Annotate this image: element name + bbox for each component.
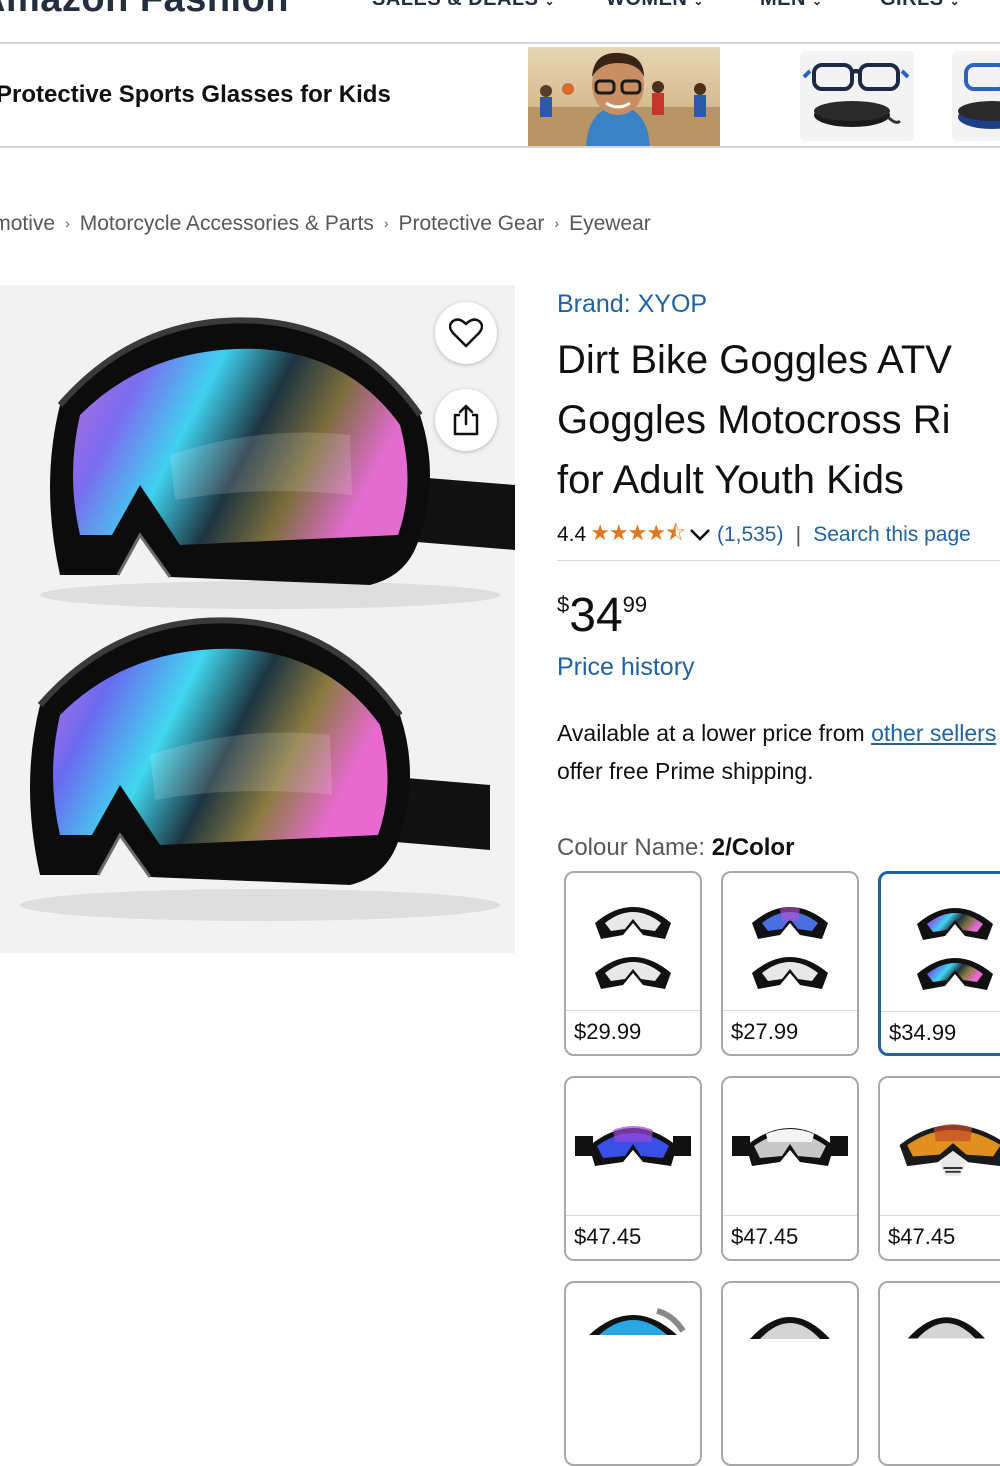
breadcrumb-item[interactable]: Automotive bbox=[0, 212, 55, 235]
chevron-down-icon: ⌄ bbox=[949, 0, 961, 8]
product-price: $3499 bbox=[557, 588, 647, 643]
blue-goggles-icon bbox=[566, 1283, 700, 1420]
section-divider bbox=[557, 560, 1000, 561]
search-this-page-link[interactable]: Search this page bbox=[813, 523, 971, 547]
blue-and-clear-goggles-icon bbox=[723, 873, 857, 1010]
chevron-down-icon[interactable] bbox=[689, 528, 711, 542]
silver-mirror-goggles-icon bbox=[723, 1078, 857, 1215]
swatch-price: $47.45 bbox=[888, 1224, 956, 1249]
swatch-price: $29.99 bbox=[574, 1019, 642, 1044]
colour-swatch-selected[interactable]: $34.99 bbox=[878, 871, 1000, 1056]
colour-label: Colour Name: 2/Color bbox=[557, 834, 794, 862]
swatch-divider bbox=[880, 1215, 1000, 1216]
breadcrumb-item[interactable]: Motorcycle Accessories & Parts bbox=[80, 212, 374, 235]
price-fraction: 99 bbox=[622, 592, 648, 617]
iridescent-goggles-pair-icon bbox=[881, 874, 1000, 1011]
nav-item-girls[interactable]: GIRLS ⌄ bbox=[880, 0, 960, 11]
swatch-divider bbox=[566, 1010, 700, 1011]
availability-text: Available at a lower price from bbox=[557, 720, 872, 746]
swatch-divider bbox=[723, 1215, 857, 1216]
chevron-right-icon: › bbox=[554, 215, 560, 231]
blue-mirror-goggles-icon bbox=[566, 1078, 700, 1215]
nav-item-label: GIRLS bbox=[880, 0, 944, 10]
nav-item-men[interactable]: MEN ⌄ bbox=[760, 0, 823, 11]
ratings-count-link[interactable]: (1,535) bbox=[717, 523, 784, 547]
product-title-line: Dirt Bike Goggles ATV bbox=[557, 338, 952, 382]
swatch-divider bbox=[881, 1011, 1000, 1012]
chevron-right-icon: › bbox=[383, 215, 389, 231]
colour-swatch[interactable] bbox=[564, 1281, 702, 1466]
silver-goggles-icon bbox=[880, 1283, 1000, 1420]
product-title: Dirt Bike Goggles ATV Goggles Motocross … bbox=[557, 330, 952, 510]
wishlist-button[interactable] bbox=[435, 302, 497, 364]
rating-separator: | bbox=[795, 522, 802, 547]
colour-swatch[interactable] bbox=[878, 1281, 1000, 1466]
breadcrumb: Automotive › Motorcycle Accessories & Part… bbox=[0, 212, 651, 236]
clear-goggles-pair-icon bbox=[566, 873, 700, 1010]
colour-swatch[interactable]: $47.45 bbox=[721, 1076, 859, 1261]
banner-glasses-thumb-2 bbox=[952, 51, 1000, 141]
swatch-divider bbox=[723, 1010, 857, 1011]
colour-label-text: Colour Name: bbox=[557, 834, 706, 861]
sponsored-banner[interactable]: Protective Sports Glasses for Kids bbox=[0, 45, 1000, 148]
chevron-down-icon: ⌄ bbox=[811, 0, 823, 8]
chevron-right-icon: › bbox=[65, 215, 70, 231]
nav-item-label: WOMEN bbox=[606, 0, 687, 10]
goggles-image bbox=[20, 317, 515, 921]
swatch-price: $47.45 bbox=[574, 1224, 642, 1249]
banner-text: Protective Sports Glasses for Kids bbox=[0, 81, 391, 108]
nav-item-label: MEN bbox=[760, 0, 806, 10]
colour-selected-value: 2/Color bbox=[711, 834, 795, 861]
breadcrumb-item[interactable]: Protective Gear bbox=[399, 212, 545, 235]
rating-value: 4.4 bbox=[557, 523, 587, 546]
product-title-line: Goggles Motocross Ri bbox=[557, 398, 951, 442]
other-sellers-link[interactable]: other sellers bbox=[871, 720, 996, 746]
swatch-price: $34.99 bbox=[889, 1020, 957, 1045]
banner-glasses-thumb bbox=[800, 51, 914, 141]
star-rating-icon[interactable]: ★★★★⯪ bbox=[590, 516, 686, 554]
nav-item-women[interactable]: WOMEN ⌄ bbox=[606, 0, 704, 11]
availability-message: Available at a lower price from other se… bbox=[557, 714, 996, 790]
price-symbol: $ bbox=[557, 592, 570, 617]
price-whole: 34 bbox=[569, 589, 623, 642]
share-icon bbox=[453, 404, 479, 436]
swatch-price: $27.99 bbox=[731, 1019, 799, 1044]
banner-divider bbox=[0, 146, 1000, 148]
brand-link[interactable]: Brand: XYOP bbox=[557, 290, 707, 319]
colour-swatch[interactable]: $27.99 bbox=[721, 871, 859, 1056]
silver-goggles-icon bbox=[723, 1283, 857, 1420]
swatch-price: $47.45 bbox=[731, 1224, 799, 1249]
swatch-divider bbox=[566, 1215, 700, 1216]
chevron-down-icon: ⌄ bbox=[693, 0, 704, 8]
breadcrumb-item[interactable]: Eyewear bbox=[569, 212, 651, 235]
heart-icon bbox=[449, 318, 483, 348]
nav-item-label: SALES & DEALS bbox=[372, 0, 539, 10]
colour-swatch[interactable]: $47.45 bbox=[878, 1076, 1000, 1261]
product-image[interactable] bbox=[0, 285, 515, 953]
share-button[interactable] bbox=[435, 389, 497, 451]
colour-swatch[interactable]: $47.45 bbox=[564, 1076, 702, 1261]
chevron-down-icon: ⌄ bbox=[544, 0, 556, 8]
colour-swatch[interactable]: $29.99 bbox=[564, 871, 702, 1056]
rating-row: 4.4 ★★★★⯪ (1,535) | Search this page bbox=[557, 516, 971, 554]
store-logo[interactable]: Amazon Fashion bbox=[0, 0, 289, 21]
price-history-link[interactable]: Price history bbox=[557, 653, 695, 682]
top-nav: Amazon Fashion SALES & DEALS ⌄ WOMEN ⌄ MEN… bbox=[0, 0, 1000, 44]
nav-item-sales-deals[interactable]: SALES & DEALS ⌄ bbox=[372, 0, 555, 11]
nav-divider bbox=[0, 42, 1000, 44]
product-title-line: for Adult Youth Kids bbox=[557, 458, 904, 502]
availability-text: offer free Prime shipping. bbox=[557, 758, 814, 784]
banner-kid-photo bbox=[528, 47, 720, 147]
colour-swatch[interactable] bbox=[721, 1281, 859, 1466]
orange-mirror-goggles-icon bbox=[880, 1078, 1000, 1215]
